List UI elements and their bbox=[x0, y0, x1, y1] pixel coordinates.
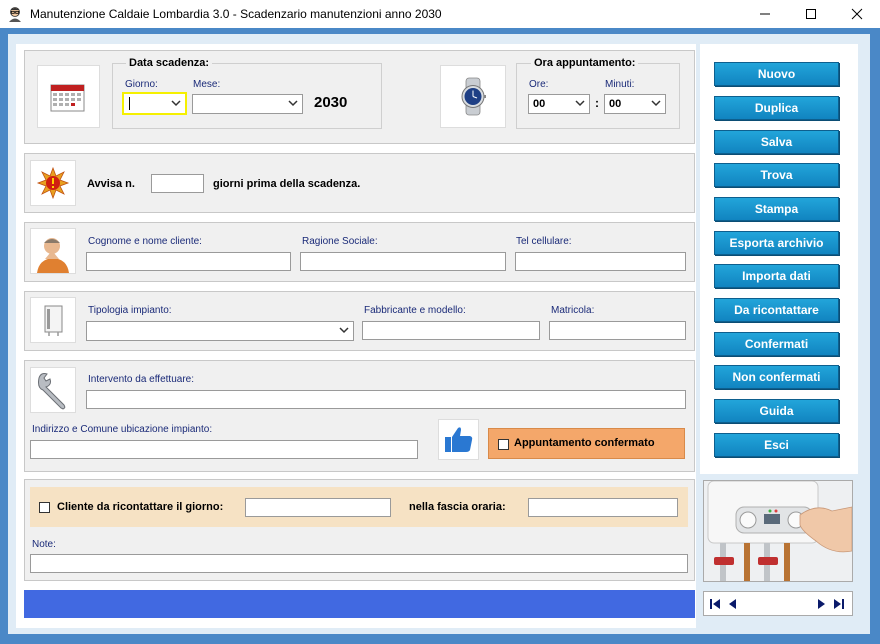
month-select[interactable] bbox=[192, 94, 303, 114]
day-select[interactable] bbox=[122, 92, 187, 115]
appointment-confirmed-box[interactable]: Appuntamento confermato bbox=[488, 428, 685, 459]
minimize-button[interactable] bbox=[742, 0, 788, 28]
intervention-label: Intervento da effettuare: bbox=[88, 374, 195, 385]
notes-label: Note: bbox=[32, 539, 56, 550]
window-title: Manutenzione Caldaie Lombardia 3.0 - Sca… bbox=[30, 7, 442, 21]
status-bar bbox=[24, 590, 695, 618]
next-record-icon[interactable] bbox=[814, 597, 828, 611]
wrench-icon-box bbox=[30, 367, 76, 413]
day-label: Giorno: bbox=[125, 79, 158, 90]
alarm-icon bbox=[36, 166, 70, 200]
maker-model-input[interactable] bbox=[362, 321, 540, 340]
minimize-icon bbox=[760, 13, 770, 15]
serial-number-input[interactable] bbox=[549, 321, 686, 340]
serial-number-label: Matricola: bbox=[551, 305, 595, 316]
system-type-label: Tipologia impianto: bbox=[88, 305, 172, 316]
exit-button[interactable]: Esci bbox=[714, 433, 839, 457]
not-confirmed-button[interactable]: Non confermati bbox=[714, 365, 839, 389]
chevron-down-icon bbox=[575, 100, 585, 107]
chevron-down-icon bbox=[339, 327, 349, 334]
reminder-days-input[interactable] bbox=[151, 174, 204, 193]
user-glasses-icon bbox=[9, 7, 21, 22]
time-slot-input[interactable] bbox=[528, 498, 678, 517]
wristwatch-icon bbox=[461, 77, 486, 116]
time-slot-label: nella fascia oraria: bbox=[409, 501, 506, 513]
reminder-prefix: Avvisa n. bbox=[87, 178, 135, 190]
maximize-button[interactable] bbox=[788, 0, 834, 28]
hours-value: 00 bbox=[533, 98, 546, 110]
watch-icon-box bbox=[440, 65, 506, 128]
address-input[interactable] bbox=[30, 440, 418, 459]
appointment-confirmed-label: Appuntamento confermato bbox=[514, 437, 655, 449]
close-icon bbox=[851, 8, 863, 20]
find-button[interactable]: Trova bbox=[714, 163, 839, 187]
help-button[interactable]: Guida bbox=[714, 399, 839, 423]
thumbs-up-icon bbox=[445, 427, 473, 452]
new-button[interactable]: Nuovo bbox=[714, 62, 839, 86]
client-name-input[interactable] bbox=[86, 252, 291, 271]
client-name-label: Cognome e nome cliente: bbox=[88, 236, 202, 247]
minutes-label: Minuti: bbox=[605, 79, 635, 90]
intervention-input[interactable] bbox=[86, 390, 686, 409]
recontact-checkbox[interactable] bbox=[39, 502, 50, 513]
text-cursor bbox=[129, 97, 130, 110]
recontact-label: Cliente da ricontattare il giorno: bbox=[57, 501, 224, 513]
appointment-confirmed-checkbox[interactable] bbox=[498, 439, 509, 450]
time-separator: : bbox=[595, 96, 599, 110]
import-data-button[interactable]: Importa dati bbox=[714, 264, 839, 288]
calendar-icon-box bbox=[37, 65, 100, 128]
reminder-suffix: giorni prima della scadenza. bbox=[213, 178, 361, 190]
confirmed-button[interactable]: Confermati bbox=[714, 332, 839, 356]
first-record-icon[interactable] bbox=[708, 597, 722, 611]
chevron-down-icon bbox=[651, 100, 661, 107]
title-bar: Manutenzione Caldaie Lombardia 3.0 - Sca… bbox=[0, 0, 880, 28]
company-name-label: Ragione Sociale: bbox=[302, 236, 378, 247]
print-button[interactable]: Stampa bbox=[714, 197, 839, 221]
boiler-photo bbox=[703, 480, 853, 582]
boiler-icon bbox=[44, 305, 63, 336]
appointment-time-legend: Ora appuntamento: bbox=[531, 57, 639, 69]
due-date-legend: Data scadenza: bbox=[126, 57, 213, 69]
hours-label: Ore: bbox=[529, 79, 549, 90]
hours-select[interactable]: 00 bbox=[528, 94, 590, 114]
previous-record-icon[interactable] bbox=[726, 597, 740, 611]
calendar-icon bbox=[50, 84, 85, 112]
month-label: Mese: bbox=[193, 79, 221, 90]
save-button[interactable]: Salva bbox=[714, 130, 839, 154]
person-icon bbox=[37, 238, 69, 273]
system-type-select[interactable] bbox=[86, 321, 354, 341]
maker-model-label: Fabbricante e modello: bbox=[364, 305, 466, 316]
person-icon-box bbox=[30, 228, 76, 274]
last-record-icon[interactable] bbox=[832, 597, 846, 611]
wrench-icon bbox=[38, 373, 66, 410]
record-navigator bbox=[703, 591, 853, 616]
thumbs-up-icon-box bbox=[438, 419, 479, 460]
year-label: 2030 bbox=[314, 94, 348, 111]
mobile-phone-label: Tel cellulare: bbox=[516, 236, 572, 247]
alarm-icon-box bbox=[30, 160, 76, 206]
minutes-select[interactable]: 00 bbox=[604, 94, 666, 114]
boiler-icon-box bbox=[30, 297, 76, 343]
recontact-date-input[interactable] bbox=[245, 498, 391, 517]
address-label: Indirizzo e Comune ubicazione impianto: bbox=[32, 424, 213, 435]
chevron-down-icon bbox=[171, 100, 181, 107]
maximize-icon bbox=[806, 9, 816, 19]
chevron-down-icon bbox=[288, 100, 298, 107]
export-archive-button[interactable]: Esporta archivio bbox=[714, 231, 839, 255]
notes-input[interactable] bbox=[30, 554, 688, 573]
minutes-value: 00 bbox=[609, 98, 622, 110]
to-recontact-button[interactable]: Da ricontattare bbox=[714, 298, 839, 322]
boiler-control-photo-icon bbox=[704, 481, 852, 581]
mobile-phone-input[interactable] bbox=[515, 252, 686, 271]
duplicate-button[interactable]: Duplica bbox=[714, 96, 839, 120]
company-name-input[interactable] bbox=[300, 252, 506, 271]
close-button[interactable] bbox=[834, 0, 880, 28]
